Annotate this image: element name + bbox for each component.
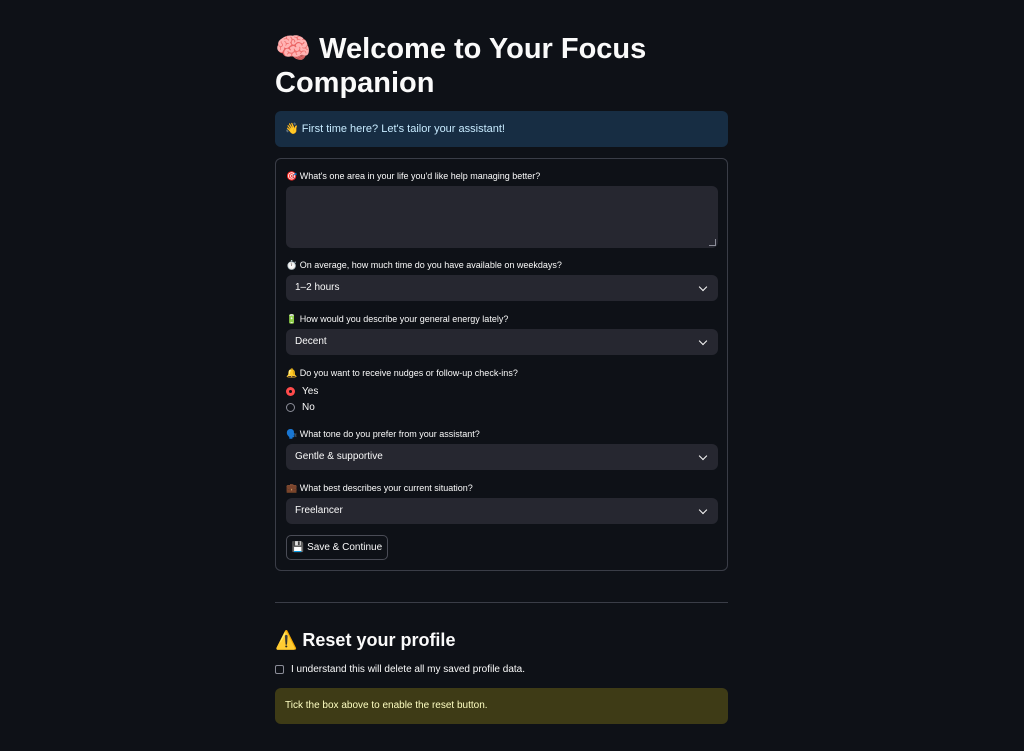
- reset-confirm-checkbox[interactable]: [275, 665, 284, 674]
- chevron-down-icon: [698, 505, 708, 515]
- situation-select-value: Freelancer: [295, 505, 343, 516]
- info-banner: 👋 First time here? Let's tailor your ass…: [275, 111, 728, 147]
- nudges-question-label: 🔔 Do you want to receive nudges or follo…: [286, 368, 518, 378]
- radio-label-no: No: [302, 402, 315, 413]
- area-question-label: 🎯 What's one area in your life you'd lik…: [286, 171, 541, 181]
- section-divider: [275, 602, 728, 603]
- reset-heading: ⚠️ Reset your profile: [275, 630, 456, 650]
- radio-unselected-icon[interactable]: [286, 403, 295, 412]
- tone-select-value: Gentle & supportive: [295, 451, 383, 462]
- energy-select-value: Decent: [295, 336, 327, 347]
- situation-question-label: 💼 What best describes your current situa…: [286, 483, 473, 493]
- energy-select[interactable]: Decent: [286, 329, 718, 355]
- chevron-down-icon: [698, 451, 708, 461]
- reset-warning-banner: Tick the box above to enable the reset b…: [275, 688, 728, 724]
- radio-label-yes: Yes: [302, 386, 319, 397]
- energy-question-label: 🔋 How would you describe your general en…: [286, 314, 509, 324]
- page-title: 🧠 Welcome to Your Focus Companion: [275, 33, 647, 99]
- tone-question-label: 🗣️ What tone do you prefer from your ass…: [286, 429, 480, 439]
- radio-selected-icon[interactable]: [286, 387, 295, 396]
- time-select-value: 1–2 hours: [295, 282, 340, 293]
- resize-grip-icon[interactable]: [709, 239, 716, 246]
- area-textarea[interactable]: [286, 186, 718, 248]
- reset-confirm-label: I understand this will delete all my sav…: [291, 664, 526, 675]
- time-select[interactable]: 1–2 hours: [286, 275, 718, 301]
- situation-select[interactable]: Freelancer: [286, 498, 718, 524]
- time-question-label: ⏱️ On average, how much time do you have…: [286, 260, 562, 270]
- onboarding-form: 🎯 What's one area in your life you'd lik…: [275, 158, 728, 571]
- save-continue-button[interactable]: 💾 Save & Continue: [286, 535, 388, 560]
- chevron-down-icon: [698, 282, 708, 292]
- tone-select[interactable]: Gentle & supportive: [286, 444, 718, 470]
- chevron-down-icon: [698, 336, 708, 346]
